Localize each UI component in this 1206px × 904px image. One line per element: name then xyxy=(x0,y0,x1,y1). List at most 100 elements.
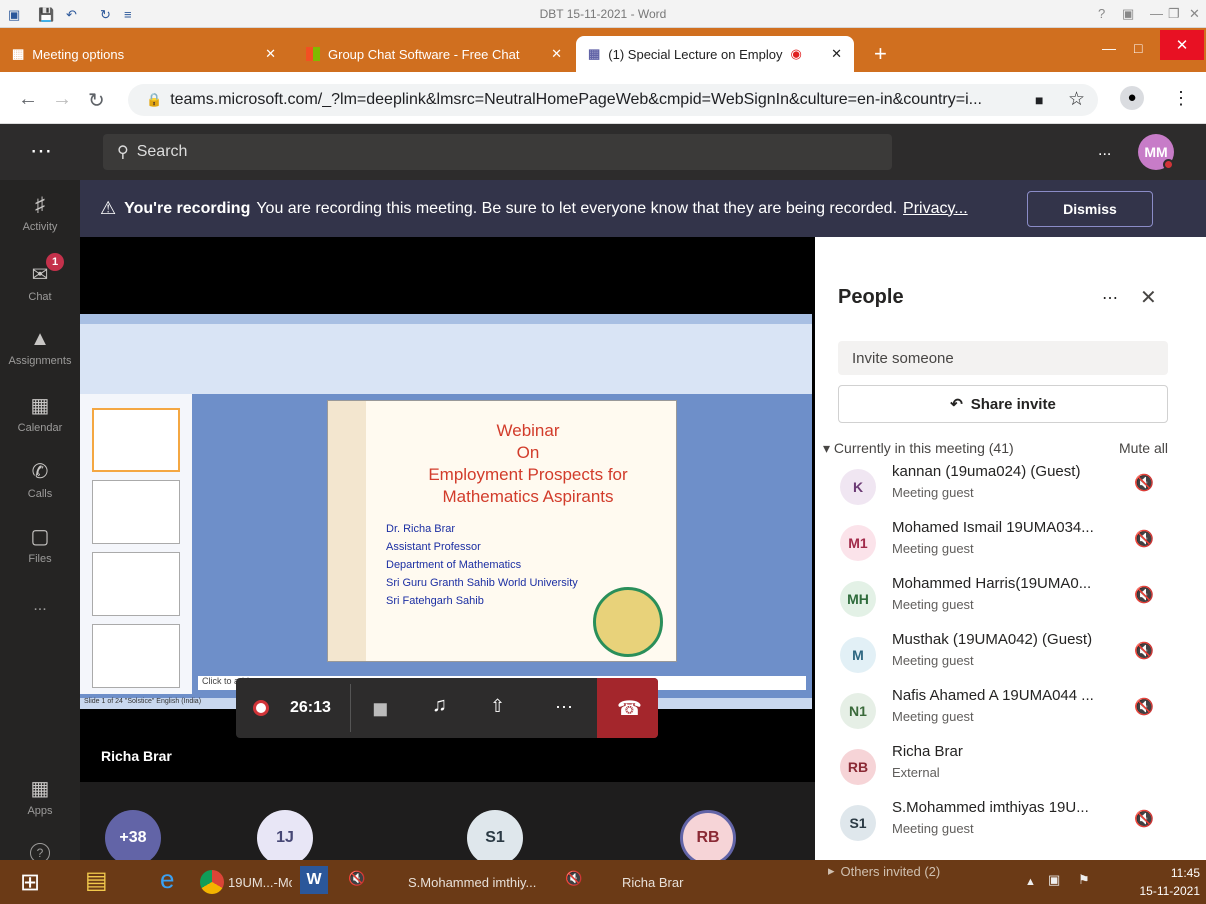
mic-off-icon[interactable]: 🔇 xyxy=(1134,473,1154,495)
mic-off-icon[interactable]: 🔇 xyxy=(1134,697,1154,719)
meeting-section-header[interactable]: ▾ Currently in this meeting (41) Mute al… xyxy=(823,440,1168,457)
word-taskbar-icon[interactable]: W xyxy=(300,866,328,894)
rail-item-calls[interactable]: ✆ Calls xyxy=(0,459,80,500)
participant-name: kannan (19uma024) (Guest) xyxy=(892,463,1081,480)
hang-up-button[interactable]: ☎ xyxy=(597,678,658,738)
ribbon-display-icon[interactable]: ▣ xyxy=(1122,6,1134,22)
participant-name: Musthak (19UMA042) (Guest) xyxy=(892,631,1093,648)
bookmark-star-icon[interactable]: ☆ xyxy=(1068,88,1085,111)
restore-icon[interactable]: ❐ xyxy=(1168,6,1180,22)
taskbar-label: Richa Brar xyxy=(622,874,684,890)
dismiss-button[interactable]: Dismiss xyxy=(1027,191,1153,227)
close-tab-icon[interactable]: ✕ xyxy=(551,46,562,62)
list-item[interactable]: MH Mohammed Harris(19UMA0... Meeting gue… xyxy=(838,575,1173,627)
back-icon[interactable]: ← xyxy=(18,88,38,111)
rail-label: Chat xyxy=(28,291,52,303)
mic-off-icon[interactable]: 🔇 xyxy=(1134,585,1154,607)
profile-icon[interactable]: ● xyxy=(1120,86,1144,110)
camera-off-icon[interactable]: ◼ xyxy=(372,696,389,721)
call-timer: 26:13 xyxy=(290,699,331,716)
new-tab-button[interactable]: + xyxy=(862,36,892,72)
mute-all-button[interactable]: Mute all xyxy=(1119,440,1168,456)
list-item[interactable]: N1 Nafis Ahamed A 19UMA044 ... Meeting g… xyxy=(838,687,1173,739)
participant-tile[interactable]: RB xyxy=(680,810,736,866)
window-title: DBT 15-11-2021 - Word xyxy=(539,7,667,21)
panel-close-icon[interactable]: ✕ xyxy=(1140,285,1157,310)
rail-item-activity[interactable]: ♯ Activity xyxy=(0,194,80,233)
taskbar-chrome-item[interactable]: 19UM...-Moh... xyxy=(196,860,296,904)
url-input[interactable]: 🔒 teams.microsoft.com/_?lm=deeplink&lmsr… xyxy=(128,84,1098,116)
tab-meeting-options[interactable]: ▦ Meeting options ✕ xyxy=(0,36,288,72)
privacy-link[interactable]: Privacy... xyxy=(903,200,968,218)
chevron-right-icon: ▸ xyxy=(828,863,835,878)
mic-off-icon[interactable]: 🔇 xyxy=(1134,641,1154,663)
teams-icon: ▦ xyxy=(12,46,25,61)
reload-icon[interactable]: ↻ xyxy=(88,88,105,113)
participant-label: 1J xyxy=(276,829,294,846)
taskbar-item[interactable]: Richa Brar xyxy=(622,860,742,904)
avatar: MH xyxy=(840,581,876,617)
browser-minimize-icon[interactable]: — xyxy=(1090,30,1120,66)
avatar: M1 xyxy=(840,525,876,561)
mic-off-icon[interactable]: 🔇 xyxy=(1134,529,1154,551)
forward-icon[interactable]: → xyxy=(52,88,72,111)
file-explorer-icon[interactable]: ▤ xyxy=(85,866,108,895)
share-invite-button[interactable]: ↶ Share invite xyxy=(838,385,1168,423)
list-item[interactable]: M1 Mohamed Ismail 19UMA034... Meeting gu… xyxy=(838,519,1173,571)
tab-group-chat[interactable]: Group Chat Software - Free Chat ✕ xyxy=(294,36,574,72)
bell-icon: ♯ xyxy=(35,194,45,216)
rail-item-chat[interactable]: ✉ Chat xyxy=(0,262,80,303)
more-actions-icon[interactable]: ⋯ xyxy=(555,697,573,718)
close-tab-icon[interactable]: ✕ xyxy=(265,46,276,62)
url-text: teams.microsoft.com/_?lm=deeplink&lmsrc=… xyxy=(170,91,982,108)
panel-more-icon[interactable]: ⋯ xyxy=(1102,288,1118,308)
rail-item-apps[interactable]: ▦ Apps xyxy=(0,776,80,817)
network-icon[interactable]: ▣ xyxy=(1048,872,1060,888)
internet-explorer-icon[interactable]: e xyxy=(160,864,174,895)
close-icon[interactable]: ✕ xyxy=(1189,6,1200,22)
participant-overflow[interactable]: +38 xyxy=(105,810,161,866)
participant-role: Meeting guest xyxy=(892,541,974,556)
more-options-icon[interactable]: ... xyxy=(1098,142,1111,160)
browser-maximize-icon[interactable]: □ xyxy=(1122,30,1152,66)
tray-up-icon[interactable]: ▲ xyxy=(1025,876,1036,888)
start-icon[interactable]: ⊞ xyxy=(20,868,40,897)
invite-input[interactable]: Invite someone xyxy=(838,341,1168,375)
chevron-down-icon: ▾ xyxy=(823,440,831,456)
participant-tile[interactable]: S1 xyxy=(467,810,523,866)
participant-tile[interactable]: 1J xyxy=(257,810,313,866)
tab-special-lecture[interactable]: ▦ (1) Special Lecture on Employ ◉ ✕ xyxy=(576,36,854,72)
slide-title-1: Webinar xyxy=(496,421,560,440)
hang-up-icon: ☎ xyxy=(617,698,642,720)
app-launcher-icon[interactable]: ⋯ xyxy=(30,138,52,164)
share-icon: ↶ xyxy=(950,396,963,413)
menu-kebab-icon[interactable]: ⋮ xyxy=(1172,88,1190,109)
list-item[interactable]: RB Richa Brar External xyxy=(838,743,1173,795)
rail-label: Calendar xyxy=(17,422,63,434)
others-invited-header[interactable]: ▸ Others invited (2) xyxy=(828,860,940,882)
minimize-icon[interactable]: — xyxy=(1150,6,1163,21)
recording-dot-icon xyxy=(253,700,269,716)
list-item[interactable]: S1 S.Mohammed imthiyas 19U... Meeting gu… xyxy=(838,799,1173,851)
flag-icon[interactable]: ⚑ xyxy=(1078,872,1090,888)
rail-item-assignments[interactable]: ▲ Assignments xyxy=(0,328,80,367)
participant-label: RB xyxy=(696,829,720,846)
participant-role: Meeting guest xyxy=(892,653,974,668)
search-input[interactable]: ⚲ Search xyxy=(103,134,892,170)
microphone-icon[interactable]: ♫ xyxy=(432,694,447,717)
mic-off-icon[interactable]: 🔇 xyxy=(1134,809,1154,831)
rail-item-calendar[interactable]: ▦ Calendar xyxy=(0,393,80,434)
list-item[interactable]: M Musthak (19UMA042) (Guest) Meeting gue… xyxy=(838,631,1173,683)
participant-name: Richa Brar xyxy=(892,743,963,760)
help-icon[interactable]: ? xyxy=(1098,6,1105,21)
share-screen-icon[interactable]: ⇧ xyxy=(490,696,505,717)
list-item[interactable]: K kannan (19uma024) (Guest) Meeting gues… xyxy=(838,463,1173,515)
slide-title-3: Employment Prospects for xyxy=(428,465,628,484)
clock[interactable]: 11:45 15-11-2021 xyxy=(1120,866,1201,898)
rail-item-files[interactable]: ▢ Files xyxy=(0,524,80,565)
browser-close-button[interactable]: ✕ xyxy=(1160,30,1204,60)
taskbar-item[interactable]: S.Mohammed imthiy... xyxy=(408,860,548,904)
rail-item-more[interactable]: ... xyxy=(0,597,80,615)
camera-icon[interactable]: ■ xyxy=(1035,92,1043,108)
close-tab-icon[interactable]: ✕ xyxy=(831,46,842,62)
